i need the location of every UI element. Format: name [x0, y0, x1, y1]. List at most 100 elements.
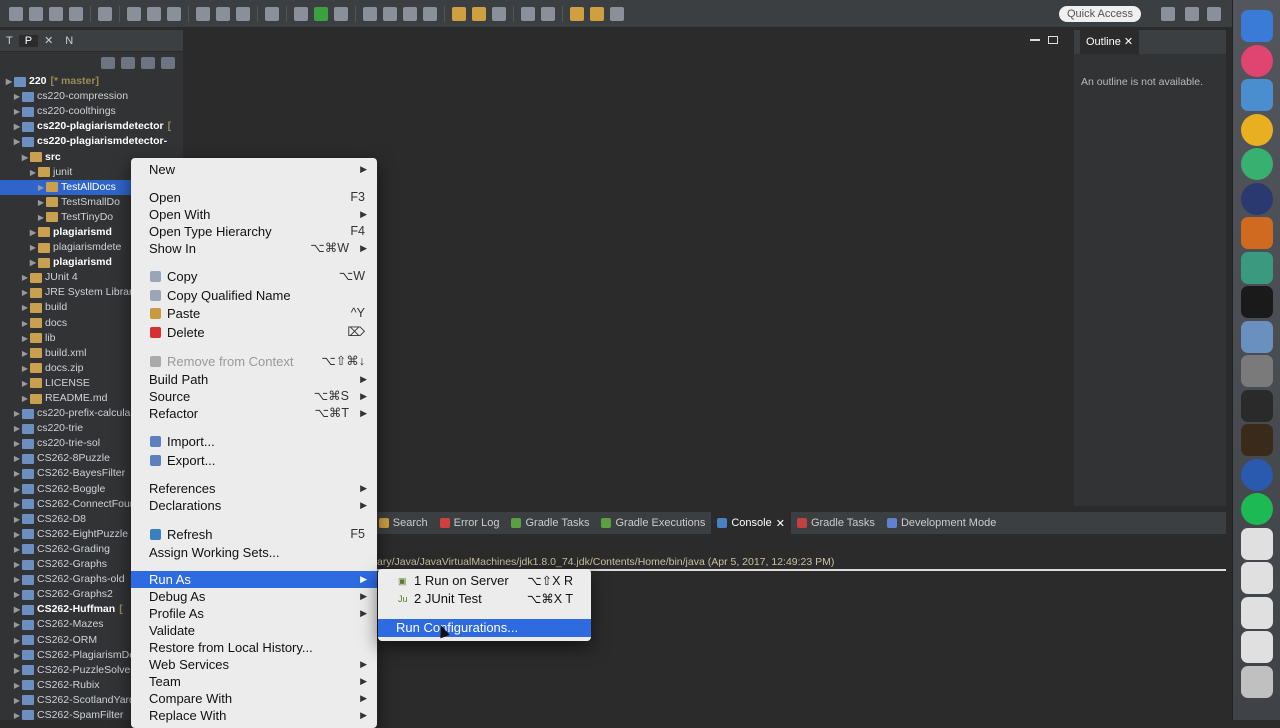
expand-arrow-icon[interactable]: ▶ — [12, 104, 22, 119]
expand-arrow-icon[interactable]: ▶ — [12, 482, 22, 497]
expand-arrow-icon[interactable]: ▶ — [20, 150, 30, 165]
expand-arrow-icon[interactable]: ▶ — [36, 180, 46, 195]
expand-arrow-icon[interactable]: ▶ — [12, 633, 22, 648]
document-icon[interactable] — [265, 6, 279, 21]
skip-breakpoints-icon[interactable] — [147, 6, 161, 21]
download-icon[interactable] — [196, 6, 210, 21]
expand-arrow-icon[interactable]: ▶ — [12, 119, 22, 134]
refresh-icon[interactable] — [403, 6, 417, 21]
coverage-icon[interactable] — [334, 6, 348, 21]
submenu-item-run-configurations[interactable]: Run Configurations... — [378, 619, 591, 637]
minimize-icon[interactable] — [1030, 39, 1040, 41]
expand-arrow-icon[interactable]: ▶ — [12, 134, 22, 149]
expand-arrow-icon[interactable]: ▶ — [12, 436, 22, 451]
expand-arrow-icon[interactable]: ▶ — [28, 255, 38, 270]
expand-arrow-icon[interactable]: ▶ — [12, 708, 22, 720]
tab-console[interactable]: Console ✕ — [711, 512, 791, 534]
menu-item-export[interactable]: Export... — [131, 452, 377, 469]
menu-item-new[interactable]: New ▶ — [131, 161, 377, 178]
view-menu-icon[interactable] — [161, 57, 175, 69]
filter-icon[interactable] — [141, 57, 155, 69]
menu-item-declarations[interactable]: Declarations ▶ — [131, 497, 377, 514]
new-icon[interactable] — [9, 6, 23, 21]
expand-arrow-icon[interactable]: ▶ — [12, 648, 22, 663]
open-folder-icon[interactable] — [452, 6, 466, 21]
tab-search[interactable]: Search — [373, 512, 434, 534]
tab-gradle[interactable]: Gradle Executions — [595, 512, 711, 534]
expand-arrow-icon[interactable]: ▶ — [12, 557, 22, 572]
new-class-icon[interactable] — [363, 6, 377, 21]
expand-arrow-icon[interactable]: ▶ — [12, 617, 22, 632]
collapse-all-icon[interactable] — [101, 57, 115, 69]
expand-arrow-icon[interactable]: ▶ — [12, 602, 22, 617]
perspective-icon[interactable] — [1161, 7, 1175, 21]
expand-arrow-icon[interactable]: ▶ — [20, 331, 30, 346]
tree-item[interactable]: ▶ cs220-plagiarismdetector- — [0, 134, 183, 149]
document-icon[interactable] — [1241, 596, 1273, 629]
forward-icon[interactable] — [610, 6, 624, 21]
tab-gradle[interactable]: Gradle Tasks — [791, 512, 881, 534]
tab-type-hierarchy[interactable]: T — [0, 35, 19, 47]
menu-item-copy-qualified-name[interactable]: Copy Qualified Name — [131, 287, 377, 304]
gradle-icon[interactable] — [216, 6, 230, 21]
circle-app-icon[interactable] — [1241, 182, 1273, 215]
expand-arrow-icon[interactable]: ▶ — [12, 89, 22, 104]
quicktime-icon[interactable] — [1241, 458, 1273, 491]
menu-item-web-services[interactable]: Web Services ▶ — [131, 656, 377, 673]
gitkraken-icon[interactable] — [1241, 217, 1273, 249]
expand-arrow-icon[interactable]: ▶ — [12, 678, 22, 693]
expand-arrow-icon[interactable]: ▶ — [20, 316, 30, 331]
expand-arrow-icon[interactable]: ▶ — [12, 542, 22, 557]
tab-project-explorer[interactable]: P — [18, 34, 39, 47]
expand-arrow-icon[interactable]: ▶ — [20, 270, 30, 285]
menu-item-compare-with[interactable]: Compare With ▶ — [131, 690, 377, 707]
tab-error-log[interactable]: Error Log — [434, 512, 506, 534]
expand-arrow-icon[interactable]: ▶ — [28, 240, 38, 255]
expand-arrow-icon[interactable]: ▶ — [20, 361, 30, 376]
menu-item-paste[interactable]: Paste ^Y — [131, 305, 377, 322]
quick-access-field[interactable]: Quick Access — [1059, 6, 1141, 22]
chrome-icon[interactable] — [1241, 113, 1273, 146]
link-editor-icon[interactable] — [121, 57, 135, 69]
spotify-icon[interactable] — [1241, 493, 1273, 525]
finder-icon[interactable] — [1241, 10, 1273, 42]
atom-icon[interactable] — [1241, 148, 1273, 180]
expand-arrow-icon[interactable]: ▶ — [12, 406, 22, 421]
tab-gradle[interactable]: Gradle Tasks — [505, 512, 595, 534]
menu-item-build-path[interactable]: Build Path ▶ — [131, 371, 377, 388]
menu-item-open[interactable]: Open F3 — [131, 189, 377, 206]
menu-item-show-in[interactable]: Show In ⌥⌘W ▶ — [131, 240, 377, 257]
expand-arrow-icon[interactable]: ▶ — [12, 497, 22, 512]
expand-arrow-icon[interactable]: ▶ — [12, 587, 22, 602]
close-icon[interactable]: ✕ — [38, 34, 59, 47]
print-icon[interactable] — [69, 6, 83, 21]
close-icon[interactable]: ✕ — [776, 517, 785, 530]
back-icon[interactable] — [570, 6, 584, 21]
debug-perspective-icon[interactable] — [1207, 7, 1221, 21]
tree-item[interactable]: ▶ cs220-coolthings — [0, 104, 183, 119]
menu-item-assign-working-sets[interactable]: Assign Working Sets... — [131, 544, 377, 561]
photos-icon[interactable] — [1241, 320, 1273, 353]
expand-arrow-icon[interactable]: ▶ — [12, 512, 22, 527]
expand-arrow-icon[interactable]: ▶ — [28, 165, 38, 180]
document-icon[interactable] — [1241, 527, 1273, 560]
tree-item[interactable]: ▶ 220 [* master] — [0, 74, 183, 89]
open-type-icon[interactable] — [423, 6, 437, 21]
expand-arrow-icon[interactable]: ▶ — [36, 195, 46, 210]
submenu-item-1-run-on-server[interactable]: ▣ 1 Run on Server ⌥⇧X R — [378, 572, 591, 590]
expand-arrow-icon[interactable]: ▶ — [12, 572, 22, 587]
menu-item-team[interactable]: Team ▶ — [131, 673, 377, 690]
debug-icon[interactable] — [294, 6, 308, 21]
tab-navigator[interactable]: N — [59, 35, 79, 47]
menu-item-references[interactable]: References ▶ — [131, 480, 377, 497]
save-icon[interactable] — [29, 6, 43, 21]
console-app-icon[interactable] — [1241, 424, 1273, 456]
run-icon[interactable] — [314, 6, 328, 21]
expand-arrow-icon[interactable]: ▶ — [36, 210, 46, 225]
server-icon[interactable] — [167, 6, 181, 21]
menu-item-validate[interactable]: Validate — [131, 622, 377, 639]
terminal-icon[interactable] — [127, 6, 141, 21]
java-perspective-icon[interactable] — [1185, 7, 1199, 21]
settings-icon[interactable] — [1241, 355, 1273, 387]
submenu-item-2-junit-test[interactable]: Ju 2 JUnit Test ⌥⌘X T — [378, 590, 591, 608]
